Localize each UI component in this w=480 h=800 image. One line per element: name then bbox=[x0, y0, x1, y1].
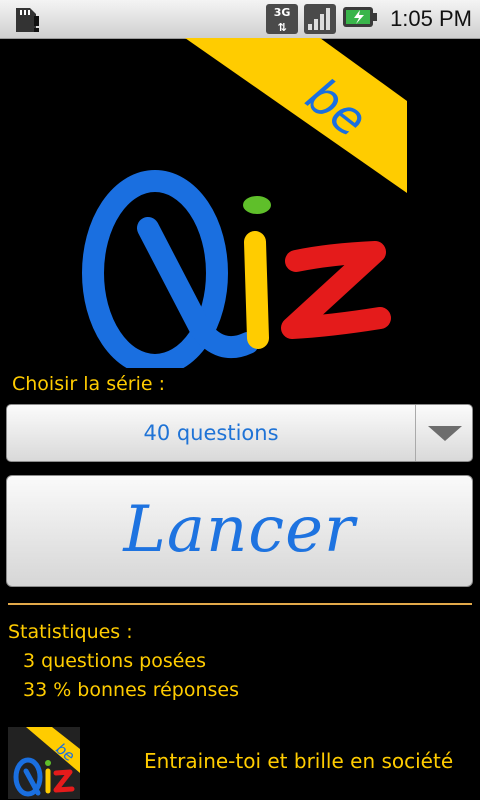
app-logo: be bbox=[82, 38, 407, 368]
logo-dot bbox=[243, 196, 271, 214]
dropdown-divider bbox=[415, 405, 416, 461]
footer-logo: be bbox=[8, 727, 80, 799]
status-bar: 3G ⇅ 1:05 PM bbox=[0, 0, 480, 39]
network-3g-icon: 3G ⇅ bbox=[266, 4, 299, 34]
clock: 1:05 PM bbox=[390, 6, 472, 31]
divider bbox=[8, 603, 472, 605]
logo-letter-i bbox=[243, 196, 271, 349]
sd-card-warning-icon bbox=[12, 4, 42, 38]
series-selected-value: 40 questions bbox=[143, 421, 279, 445]
series-label: Choisir la série : bbox=[12, 373, 166, 395]
statistics: Statistiques : 3 questions posées 33 % b… bbox=[8, 618, 239, 705]
stats-title: Statistiques : bbox=[8, 621, 133, 643]
logo-letter-q bbox=[82, 170, 259, 368]
battery-charging-icon bbox=[342, 5, 378, 33]
stats-questions-asked: 3 questions posées bbox=[23, 650, 207, 672]
tagline: Entraine-toi et brille en société bbox=[144, 749, 454, 773]
series-dropdown[interactable]: 40 questions bbox=[6, 404, 473, 462]
launch-button-label: Lancer bbox=[123, 493, 356, 567]
chevron-down-icon bbox=[428, 426, 462, 441]
logo-banner bbox=[185, 38, 407, 193]
logo-letter-z bbox=[281, 241, 391, 339]
launch-button[interactable]: Lancer bbox=[6, 475, 473, 587]
signal-icon bbox=[304, 4, 337, 34]
stats-good-answers: 33 % bonnes réponses bbox=[23, 679, 240, 701]
